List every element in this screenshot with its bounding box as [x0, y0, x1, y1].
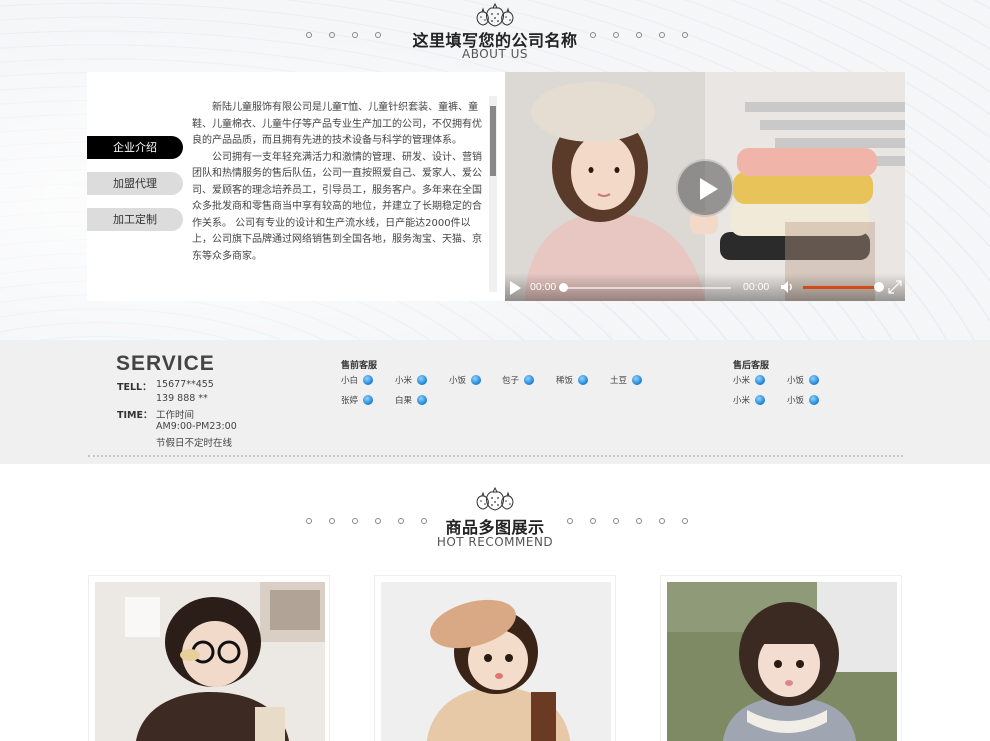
- presale-title: 售前客服: [341, 361, 378, 371]
- progress-bar[interactable]: [563, 287, 731, 289]
- contact-name: 小米: [395, 376, 413, 386]
- service-title: SERVICE: [116, 352, 215, 375]
- tab-franchise[interactable]: 加盟代理: [87, 172, 183, 195]
- qq-icon[interactable]: [578, 375, 589, 385]
- presale-contact[interactable]: 小饭: [449, 374, 482, 386]
- qq-icon[interactable]: [417, 395, 428, 405]
- about-paragraph: 新陆儿童服饰有限公司是儿童T恤、儿童针织套装、童裤、童鞋、儿童棉衣、儿童牛仔等产…: [192, 102, 482, 146]
- contact-name: 小饭: [787, 376, 805, 386]
- contact-name: 小饭: [449, 376, 467, 386]
- qq-icon[interactable]: [809, 375, 820, 385]
- contact-name: 土豆: [610, 376, 628, 386]
- qq-icon[interactable]: [809, 395, 820, 405]
- time-label: TIME：: [117, 410, 153, 421]
- presale-contact[interactable]: 小白: [341, 374, 374, 386]
- aftersale-title: 售后客服: [733, 361, 770, 371]
- qq-icon[interactable]: [755, 395, 766, 405]
- header-dots-right: [590, 32, 688, 38]
- qq-icon[interactable]: [471, 375, 482, 385]
- current-time: 00:00: [530, 281, 557, 293]
- tell-label: TELL：: [117, 382, 152, 393]
- time-value: 节假日不定时在线: [156, 438, 233, 449]
- qq-icon[interactable]: [524, 375, 535, 385]
- qq-icon[interactable]: [755, 375, 766, 385]
- contact-name: 小米: [733, 396, 751, 406]
- tell-value: 139 888 **: [156, 393, 208, 404]
- video-controls: 00:00 00:00: [505, 273, 905, 301]
- contact-name: 稀饭: [556, 376, 574, 386]
- video-player[interactable]: 00:00 00:00: [505, 72, 905, 301]
- about-card: 企业介绍 加盟代理 加工定制 新陆儿童服饰有限公司是儿童T恤、儿童针织套装、童裤…: [87, 72, 505, 301]
- presale-contact[interactable]: 白果: [395, 394, 428, 406]
- qq-icon[interactable]: [632, 375, 643, 385]
- product-image: [381, 582, 611, 741]
- service-divider: [88, 455, 903, 457]
- qq-icon[interactable]: [417, 375, 428, 385]
- aftersale-contact[interactable]: 小米: [733, 394, 766, 406]
- progress-knob[interactable]: [559, 283, 568, 292]
- qq-icon[interactable]: [363, 395, 374, 405]
- about-text: 新陆儿童服饰有限公司是儿童T恤、儿童针织套装、童裤、童鞋、儿童棉衣、儿童牛仔等产…: [192, 100, 482, 290]
- strawberry-logo-icon: [476, 2, 514, 27]
- presale-contact[interactable]: 包子: [502, 374, 535, 386]
- header-dots-right: [567, 518, 688, 524]
- time-value: AM9:00-PM23:00: [156, 421, 237, 432]
- product-card[interactable]: [88, 575, 330, 741]
- product-image: [95, 582, 325, 741]
- contact-name: 小米: [733, 376, 751, 386]
- contact-name: 白果: [395, 396, 413, 406]
- aftersale-contact[interactable]: 小饭: [787, 374, 820, 386]
- presale-contact[interactable]: 稀饭: [556, 374, 589, 386]
- aftersale-contact[interactable]: 小米: [733, 374, 766, 386]
- presale-contact[interactable]: 土豆: [610, 374, 643, 386]
- presale-contact[interactable]: 张婷: [341, 394, 374, 406]
- contact-name: 张婷: [341, 396, 359, 406]
- duration: 00:00: [743, 281, 770, 293]
- play-icon[interactable]: [510, 281, 522, 295]
- tell-value: 15677**455: [156, 379, 214, 390]
- product-card[interactable]: [660, 575, 902, 741]
- contact-name: 小白: [341, 376, 359, 386]
- volume-slider[interactable]: [803, 286, 879, 289]
- time-value: 工作时间: [156, 410, 195, 421]
- service-section: SERVICE TELL： 15677**455 139 888 ** TIME…: [0, 340, 990, 464]
- product-card[interactable]: [374, 575, 616, 741]
- qq-icon[interactable]: [363, 375, 374, 385]
- aftersale-contact[interactable]: 小饭: [787, 394, 820, 406]
- volume-icon[interactable]: [779, 279, 795, 295]
- products-subtitle: HOT RECOMMEND: [436, 535, 554, 549]
- contact-name: 小饭: [787, 396, 805, 406]
- about-tabs: 企业介绍 加盟代理 加工定制: [87, 136, 183, 244]
- about-scrollbar-thumb[interactable]: [490, 106, 496, 176]
- product-image: [667, 582, 897, 741]
- about-paragraph: 公司拥有一支年轻充满活力和激情的管理、研发、设计、营销团队和热情服务的售后队伍，…: [192, 151, 482, 262]
- strawberry-logo-icon: [476, 486, 514, 511]
- video-play-button[interactable]: [676, 159, 734, 217]
- volume-knob[interactable]: [874, 282, 884, 292]
- contact-name: 包子: [502, 376, 520, 386]
- about-subtitle: ABOUT US: [461, 47, 528, 61]
- fullscreen-icon[interactable]: [888, 280, 902, 294]
- presale-contact[interactable]: 小米: [395, 374, 428, 386]
- tab-company-intro[interactable]: 企业介绍: [87, 136, 183, 159]
- tab-custom-processing[interactable]: 加工定制: [87, 208, 183, 231]
